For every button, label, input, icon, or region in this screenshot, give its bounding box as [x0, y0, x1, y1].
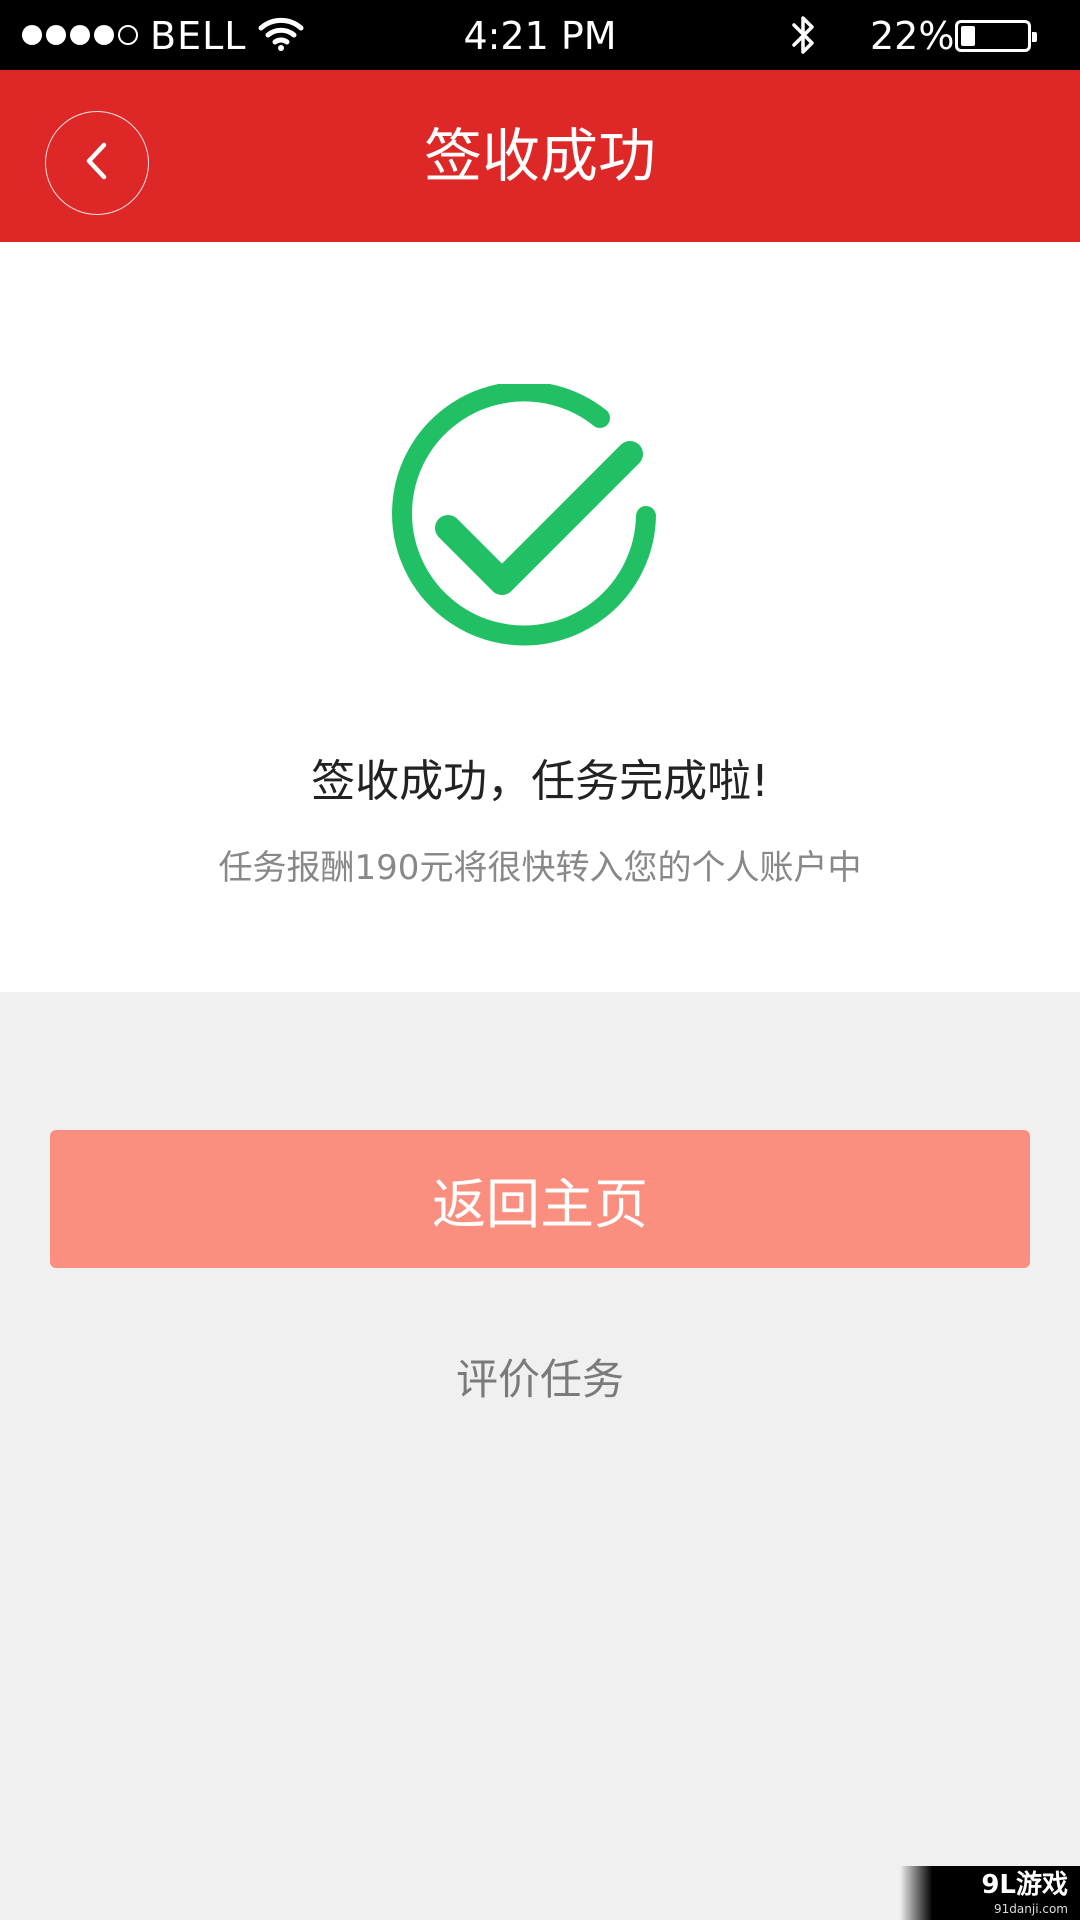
page-title: 签收成功: [423, 122, 656, 190]
success-card: 签收成功，任务完成啦! 任务报酬190元将很快转入您的个人账户中: [0, 242, 1080, 992]
status-bar: BELL 4:21 PM 22%: [0, 0, 1080, 70]
chevron-left-icon: [77, 139, 117, 187]
nav-bar: 签收成功: [0, 70, 1080, 242]
back-button[interactable]: [45, 111, 149, 215]
watermark-text: 9L游戏: [981, 1870, 1068, 1900]
check-circle-icon: [386, 381, 662, 660]
screen: BELL 4:21 PM 22% 签收成功 签收成功，任务完成啦! 任务报酬19…: [0, 0, 1080, 1920]
bluetooth-icon: [790, 12, 818, 67]
reward-message: 任务报酬190元将很快转入您的个人账户中: [218, 848, 862, 888]
watermark-url: 91danji.com: [994, 1902, 1068, 1916]
return-home-button[interactable]: 返回主页: [50, 1130, 1030, 1268]
battery-percent: 22%: [870, 14, 955, 58]
success-headline: 签收成功，任务完成啦!: [311, 756, 769, 807]
watermark-logo: 9L游戏 91danji.com: [900, 1866, 1080, 1920]
battery-icon: [955, 20, 1037, 52]
rate-task-link[interactable]: 评价任务: [0, 1346, 1080, 1407]
